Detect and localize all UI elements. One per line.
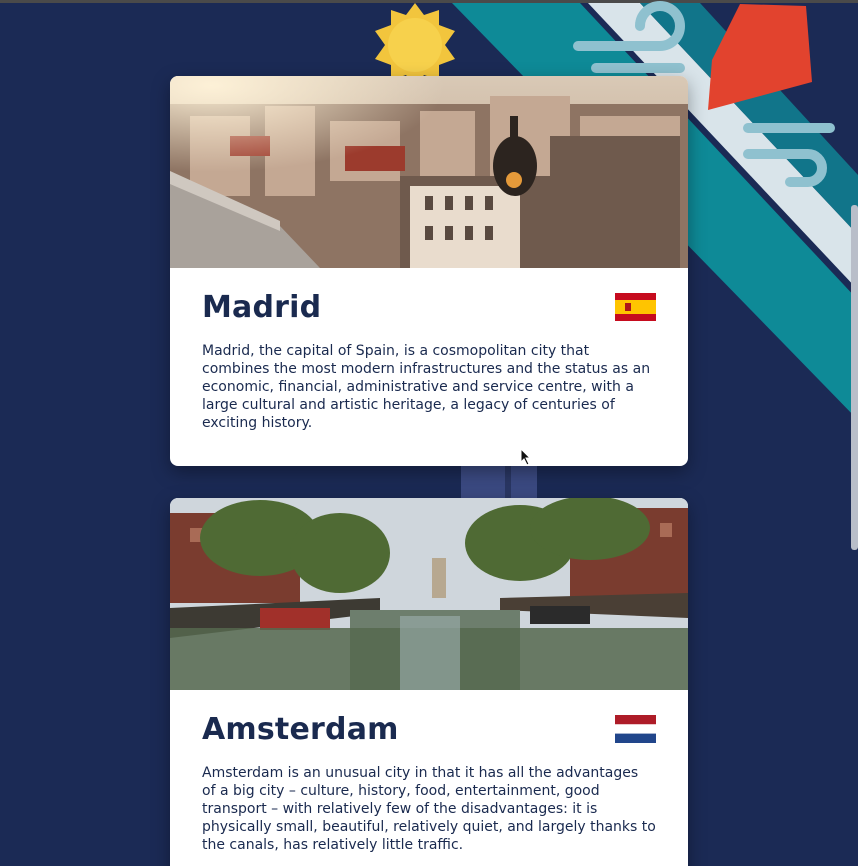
city-card-amsterdam[interactable]: Amsterdam Amsterdam is an unusual city i… xyxy=(170,498,688,866)
city-card-madrid[interactable]: Madrid Madrid, the capital of Spain, is … xyxy=(170,76,688,466)
mouse-cursor-icon xyxy=(520,448,532,466)
amsterdam-canal-photo xyxy=(170,498,688,690)
card-connector xyxy=(461,466,537,498)
kite-icon xyxy=(708,4,812,110)
scrollbar[interactable] xyxy=(851,205,858,550)
city-description: Madrid, the capital of Spain, is a cosmo… xyxy=(202,343,651,431)
spain-flag-icon xyxy=(615,293,656,321)
city-description: Amsterdam is an unusual city in that it … xyxy=(202,765,656,853)
city-title: Madrid xyxy=(202,290,322,325)
madrid-cityscape-photo xyxy=(170,76,688,268)
city-title: Amsterdam xyxy=(202,712,399,747)
netherlands-flag-icon xyxy=(615,715,656,743)
sun-icon xyxy=(375,3,455,87)
